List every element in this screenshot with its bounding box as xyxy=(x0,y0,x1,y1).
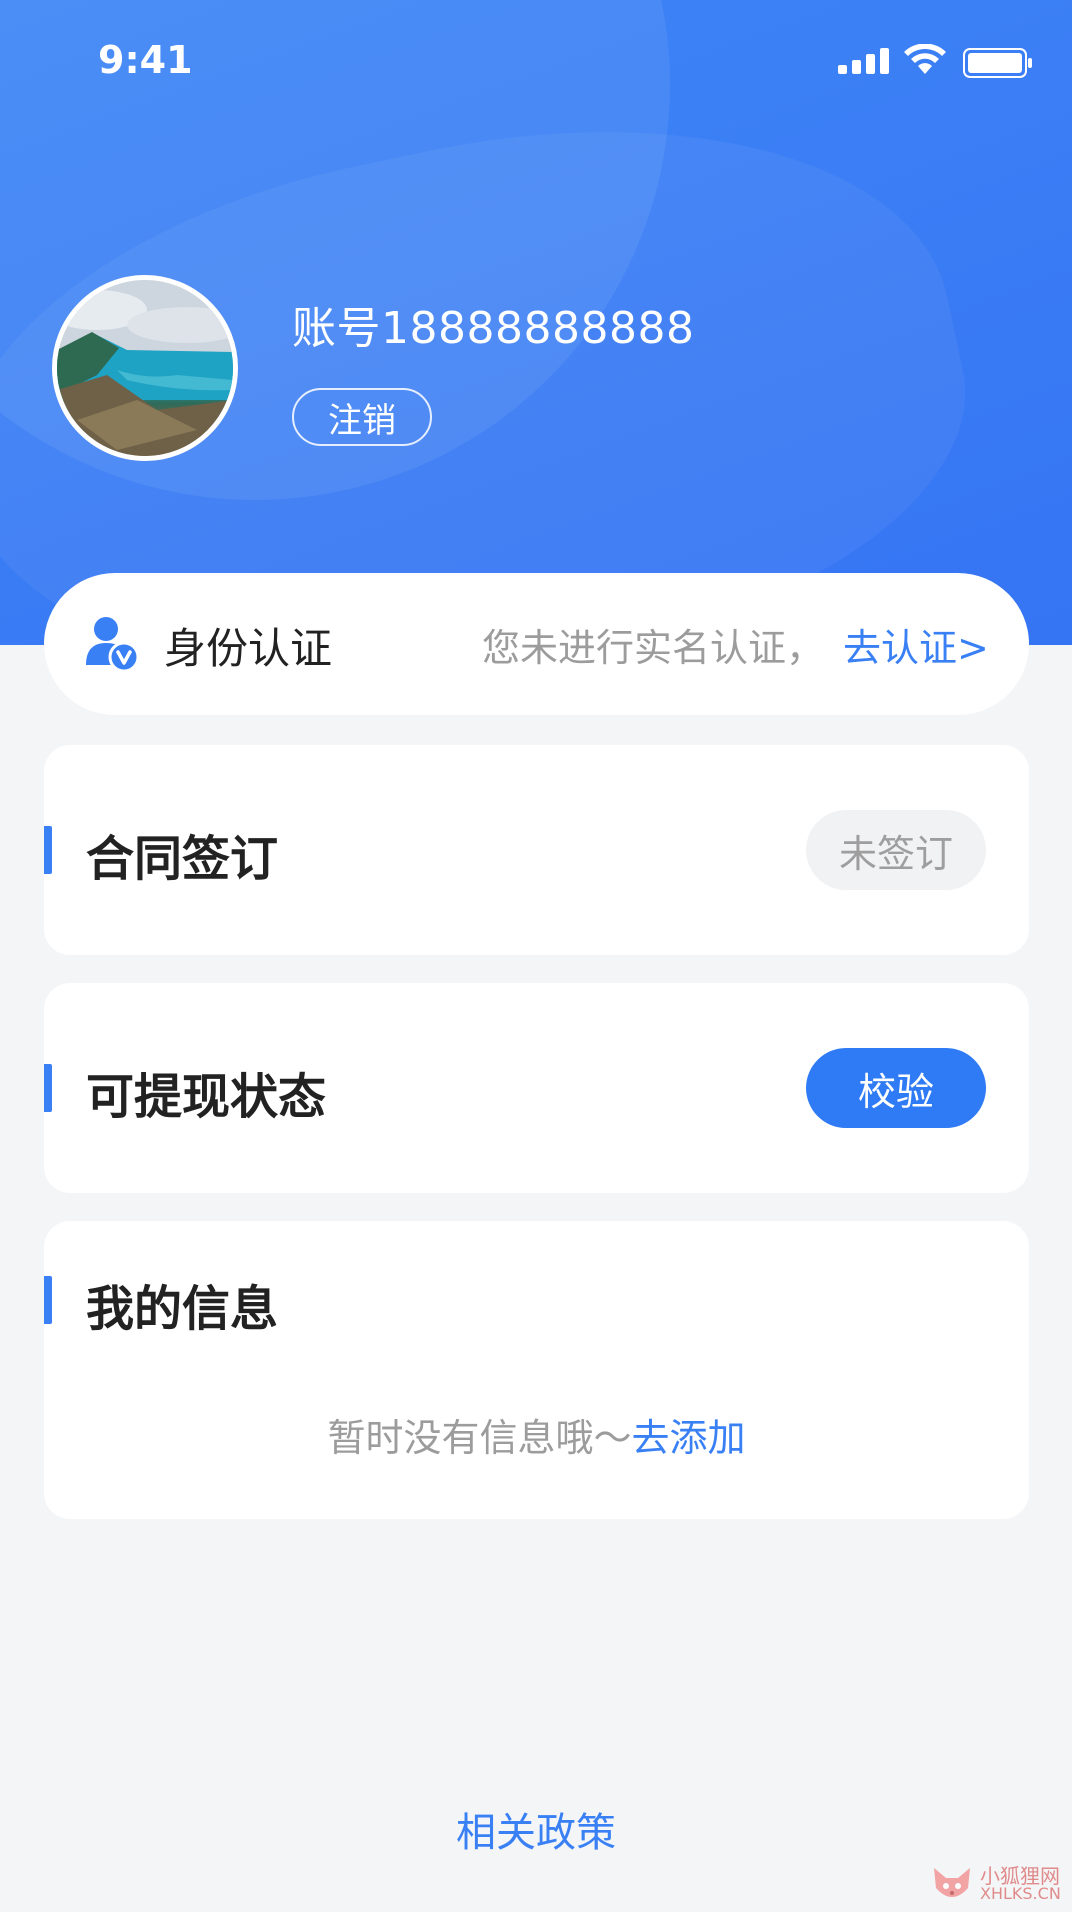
account-number: 账号18888888888 xyxy=(292,303,695,354)
status-time: 9:41 xyxy=(98,38,193,82)
empty-info-text: 暂时没有信息哦～ xyxy=(327,1416,632,1460)
verified-user-icon xyxy=(84,615,142,677)
contract-title: 合同签订 xyxy=(86,831,279,887)
related-policy-link[interactable]: 相关政策 xyxy=(0,1800,1072,1858)
profile-header: 9:41 账号18888888888 注销 xyxy=(0,0,1072,645)
section-accent-bar xyxy=(44,1064,52,1112)
logout-button[interactable]: 注销 xyxy=(292,388,432,446)
watermark-domain: XHLKS.CN xyxy=(980,1884,1061,1903)
section-accent-bar xyxy=(44,1276,52,1324)
verify-button[interactable]: 校验 xyxy=(806,1048,986,1128)
avatar[interactable] xyxy=(52,275,238,461)
section-accent-bar xyxy=(44,826,52,874)
identity-verification-card[interactable]: 身份认证 您未进行实名认证， 去认证> xyxy=(44,573,1029,715)
fox-logo-icon xyxy=(930,1862,974,1910)
add-info-link[interactable]: 去添加 xyxy=(632,1416,746,1460)
my-info-title: 我的信息 xyxy=(86,1281,279,1337)
watermark: 小狐狸网 XHLKS.CN xyxy=(930,1858,1070,1908)
withdraw-status-card: 可提现状态 校验 xyxy=(44,983,1029,1193)
wifi-icon xyxy=(903,43,947,80)
go-verify-link[interactable]: 去认证> xyxy=(843,617,989,672)
battery-icon xyxy=(963,48,1033,82)
empty-info-message: 暂时没有信息哦～去添加 xyxy=(44,1407,1029,1462)
identity-hint: 您未进行实名认证， xyxy=(482,626,825,670)
my-info-card: 我的信息 暂时没有信息哦～去添加 xyxy=(44,1221,1029,1519)
identity-title: 身份认证 xyxy=(164,624,333,673)
withdraw-title: 可提现状态 xyxy=(86,1069,327,1125)
status-bar: 9:41 xyxy=(0,0,1072,120)
contract-status-badge: 未签订 xyxy=(806,810,986,890)
cellular-signal-icon xyxy=(838,48,890,78)
contract-card: 合同签订 未签订 xyxy=(44,745,1029,955)
